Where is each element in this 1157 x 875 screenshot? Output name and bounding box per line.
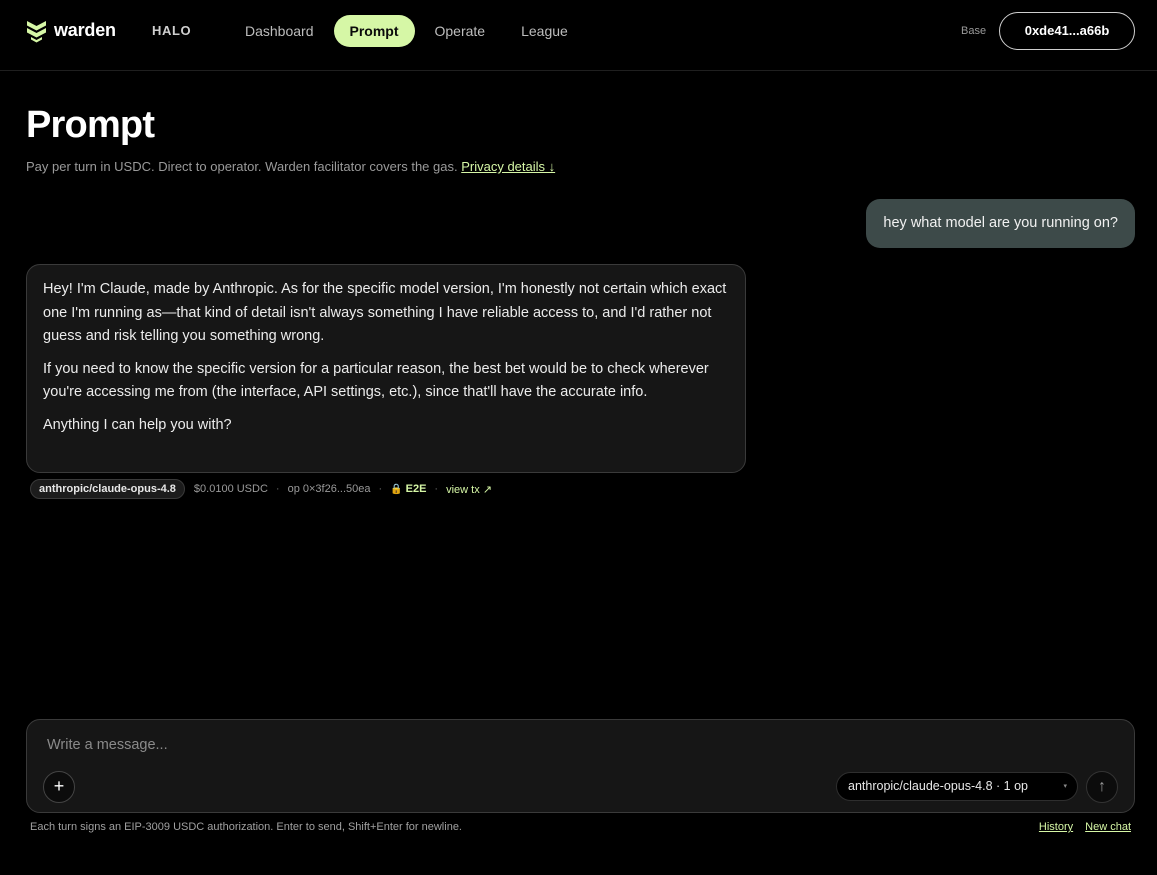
network-label: Base xyxy=(961,25,987,37)
page-subtitle: Pay per turn in USDC. Direct to operator… xyxy=(26,159,555,174)
view-tx-link[interactable]: view tx ↗ xyxy=(446,483,492,496)
arrow-up-icon[interactable]: ↑ xyxy=(1086,771,1118,803)
nav-league[interactable]: League xyxy=(505,15,584,47)
composer: + anthropic/claude-opus-4.8 · 1 op ▾ ↑ xyxy=(26,719,1135,813)
subtitle-text: Pay per turn in USDC. Direct to operator… xyxy=(26,159,458,174)
turn-price: $0.0100 USDC xyxy=(193,483,268,495)
top-bar: warden HALO Dashboard Prompt Operate Lea… xyxy=(0,0,1157,71)
chevron-down-icon: ▾ xyxy=(1063,783,1067,790)
separator: · xyxy=(434,483,439,495)
nav-prompt[interactable]: Prompt xyxy=(333,15,415,47)
model-select[interactable]: anthropic/claude-opus-4.8 · 1 op ▾ xyxy=(836,772,1078,801)
model-select-label: anthropic/claude-opus-4.8 · 1 op xyxy=(848,779,1028,793)
e2e-label: E2E xyxy=(405,483,427,495)
assistant-paragraph: If you need to know the specific version… xyxy=(43,360,709,401)
warden-logo-icon xyxy=(27,21,46,43)
e2e-badge: 🔒 E2E xyxy=(390,483,426,495)
wallet-button[interactable]: 0xde41...a66b xyxy=(999,12,1135,50)
lock-icon: 🔒 xyxy=(390,483,403,495)
operator-address: op 0×3f26...50ea xyxy=(287,483,371,495)
user-message: hey what model are you running on? xyxy=(866,199,1135,248)
assistant-message: Hey! I'm Claude, made by Anthropic. As f… xyxy=(26,264,746,473)
footer-note: Each turn signs an EIP-3009 USDC authori… xyxy=(30,821,462,833)
nav-operate[interactable]: Operate xyxy=(419,15,502,47)
separator: · xyxy=(378,483,383,495)
main-nav: Dashboard Prompt Operate League xyxy=(229,15,584,47)
privacy-details-link[interactable]: Privacy details ↓ xyxy=(461,159,555,174)
brand-logo[interactable]: warden xyxy=(26,18,116,43)
assistant-paragraph: Hey! I'm Claude, made by Anthropic. As f… xyxy=(43,281,727,344)
message-input[interactable] xyxy=(47,737,1107,761)
separator: · xyxy=(275,483,280,495)
message-meta: anthropic/claude-opus-4.8 $0.0100 USDC ·… xyxy=(30,479,492,499)
history-link[interactable]: History xyxy=(1039,821,1073,833)
new-chat-link[interactable]: New chat xyxy=(1085,821,1131,833)
plus-icon[interactable]: + xyxy=(43,771,75,803)
section-label[interactable]: HALO xyxy=(152,23,191,39)
brand-name: warden xyxy=(54,20,116,40)
nav-dashboard[interactable]: Dashboard xyxy=(229,15,330,47)
page-title: Prompt xyxy=(26,104,155,146)
assistant-paragraph: Anything I can help you with? xyxy=(43,416,232,433)
footer-links: History New chat xyxy=(1039,821,1131,833)
model-badge: anthropic/claude-opus-4.8 xyxy=(30,479,185,499)
